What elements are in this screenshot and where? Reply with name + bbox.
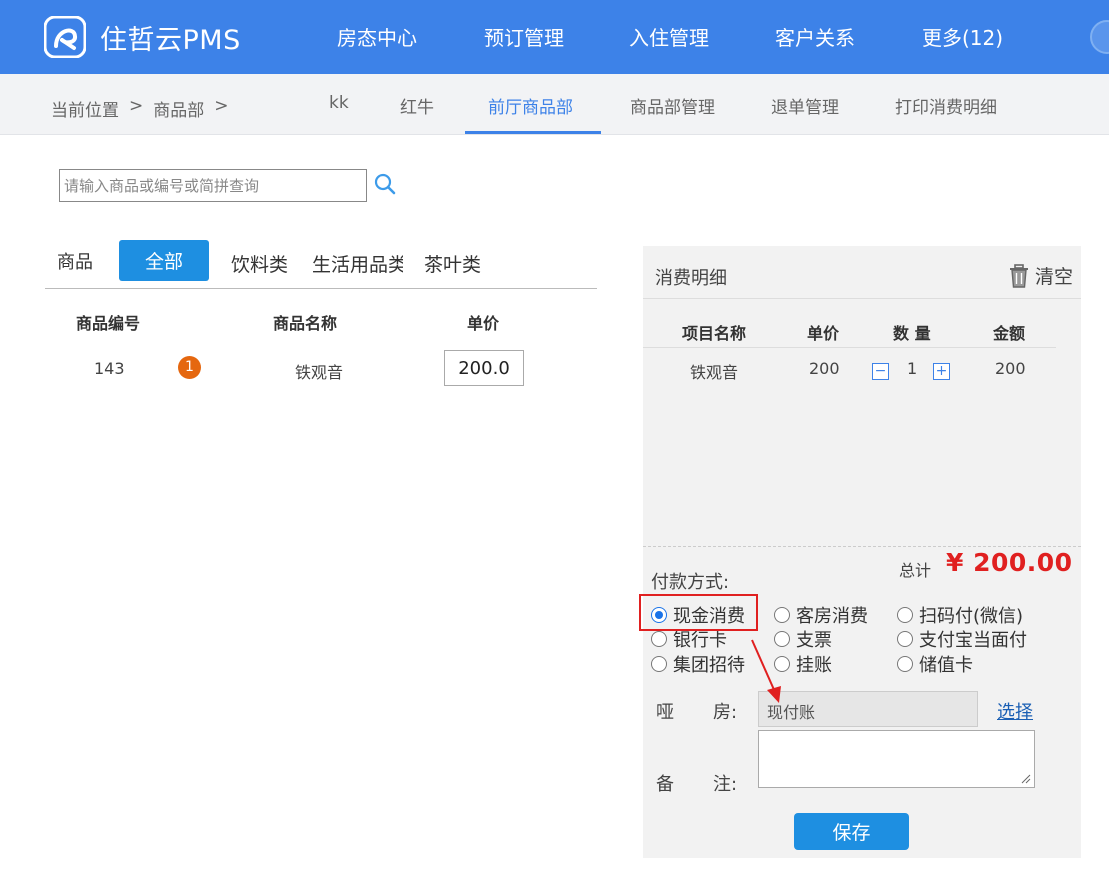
payment-option-label: 集团招待: [673, 655, 745, 676]
dashed-divider: [643, 546, 1081, 547]
payment-option-label: 扫码付(微信): [919, 606, 1024, 627]
breadcrumb-separator: >: [214, 96, 229, 116]
room-field[interactable]: 现付账: [758, 691, 978, 727]
payment-group-hospitality-radio[interactable]: 集团招待: [651, 651, 745, 677]
qty-decrease-button[interactable]: −: [872, 363, 889, 380]
payment-option-label: 挂账: [796, 655, 832, 676]
qty-increase-button[interactable]: +: [933, 363, 950, 380]
detail-item-name: 铁观音: [690, 363, 739, 382]
tab-store-management[interactable]: 商品部管理: [630, 93, 715, 118]
breadcrumb-current[interactable]: 商品部: [153, 96, 204, 121]
payment-option-label: 支票: [796, 630, 832, 651]
search-icon[interactable]: [373, 172, 397, 196]
remark-label: 注:: [713, 774, 738, 795]
product-price-input[interactable]: [444, 350, 524, 386]
radio-icon: [774, 607, 790, 623]
category-label: 商品: [57, 252, 93, 273]
radio-icon: [651, 631, 667, 647]
divider: [643, 298, 1081, 299]
category-all-button[interactable]: 全部: [119, 240, 209, 281]
payment-option-label: 客房消费: [796, 606, 868, 627]
sub-navbar: 当前位置 > 商品部 > kk 红牛 前厅商品部 商品部管理 退单管理 打印消费…: [0, 74, 1109, 135]
col-header-code: 商品编号: [76, 314, 141, 333]
tab-refund-management[interactable]: 退单管理: [771, 93, 839, 118]
radio-icon: [774, 656, 790, 672]
col-header-name: 商品名称: [273, 314, 338, 333]
payment-room-charge-radio[interactable]: 客房消费: [774, 602, 868, 628]
room-label: 房:: [713, 702, 738, 723]
detail-item-amount: 200: [995, 359, 1026, 378]
radio-icon: [774, 631, 790, 647]
radio-icon: [651, 656, 667, 672]
room-label-char: 哑: [656, 702, 674, 723]
trash-icon: [1010, 263, 1028, 288]
nav-reservations[interactable]: 预订管理: [484, 22, 564, 51]
product-code: 143: [94, 359, 125, 378]
payment-alipay-radio[interactable]: 支付宝当面付: [897, 626, 1027, 652]
nav-checkin[interactable]: 入住管理: [629, 22, 709, 51]
total-value: ¥ 200.00: [946, 548, 1073, 577]
detail-item-qty: 1: [907, 359, 918, 378]
resize-grip-icon[interactable]: [1021, 774, 1031, 784]
payment-option-label: 储值卡: [919, 655, 973, 676]
nav-customers[interactable]: 客户关系: [775, 22, 855, 51]
product-name[interactable]: 铁观音: [295, 359, 343, 383]
breadcrumb-separator: >: [129, 96, 144, 116]
annotation-highlight-box: [639, 594, 758, 631]
breadcrumb-label: 当前位置: [51, 101, 119, 121]
payment-wechat-qr-radio[interactable]: 扫码付(微信): [897, 602, 1023, 628]
detail-header-price: 单价: [807, 324, 840, 343]
nav-room-status[interactable]: 房态中心: [337, 22, 417, 51]
category-tea[interactable]: 茶叶类: [424, 250, 481, 277]
breadcrumb: 当前位置 > 商品部 >: [51, 96, 229, 121]
clear-label: 清空: [1035, 266, 1074, 288]
tab-print-details[interactable]: 打印消费明细: [895, 93, 997, 118]
remark-textarea[interactable]: [758, 730, 1035, 788]
top-navbar: 住哲云PMS 房态中心 预订管理 入住管理 客户关系 更多(12): [0, 0, 1109, 74]
user-avatar[interactable]: [1090, 20, 1109, 54]
tab-red-bull[interactable]: 红牛: [400, 93, 434, 118]
col-header-price: 单价: [467, 314, 500, 333]
tab-front-desk-store[interactable]: 前厅商品部: [488, 93, 573, 118]
app-name: 住哲云PMS: [100, 24, 241, 56]
category-drinks[interactable]: 饮料类: [231, 250, 288, 277]
divider: [643, 347, 1056, 348]
detail-header-item: 项目名称: [682, 324, 747, 343]
remark-label-char: 备: [656, 774, 674, 795]
payment-method-label: 付款方式:: [651, 572, 730, 593]
tab-kk[interactable]: kk: [329, 93, 349, 113]
detail-header-amount: 金额: [993, 324, 1026, 343]
divider: [45, 288, 597, 289]
payment-option-label: 支付宝当面付: [919, 630, 1027, 651]
nav-more[interactable]: 更多(12): [922, 22, 1003, 51]
radio-icon: [897, 656, 913, 672]
category-daily-goods[interactable]: 生活用品类: [312, 250, 403, 277]
search-input[interactable]: [59, 169, 367, 202]
detail-item-price: 200: [809, 359, 840, 378]
save-button[interactable]: 保存: [794, 813, 909, 850]
radio-icon: [897, 607, 913, 623]
total-label: 总计: [899, 561, 932, 580]
panel-title: 消费明细: [655, 268, 727, 289]
payment-stored-value-radio[interactable]: 储值卡: [897, 651, 973, 677]
detail-header-qty: 数 量: [893, 324, 931, 343]
payment-check-radio[interactable]: 支票: [774, 626, 832, 652]
app-logo[interactable]: 住哲云PMS: [44, 16, 241, 58]
logo-icon: [44, 16, 86, 58]
select-room-link[interactable]: 选择: [997, 698, 1033, 724]
product-count-badge: 1: [178, 356, 201, 379]
radio-icon: [897, 631, 913, 647]
clear-button[interactable]: 清空: [1009, 262, 1073, 289]
payment-on-account-radio[interactable]: 挂账: [774, 651, 832, 677]
active-tab-indicator: [465, 131, 601, 134]
